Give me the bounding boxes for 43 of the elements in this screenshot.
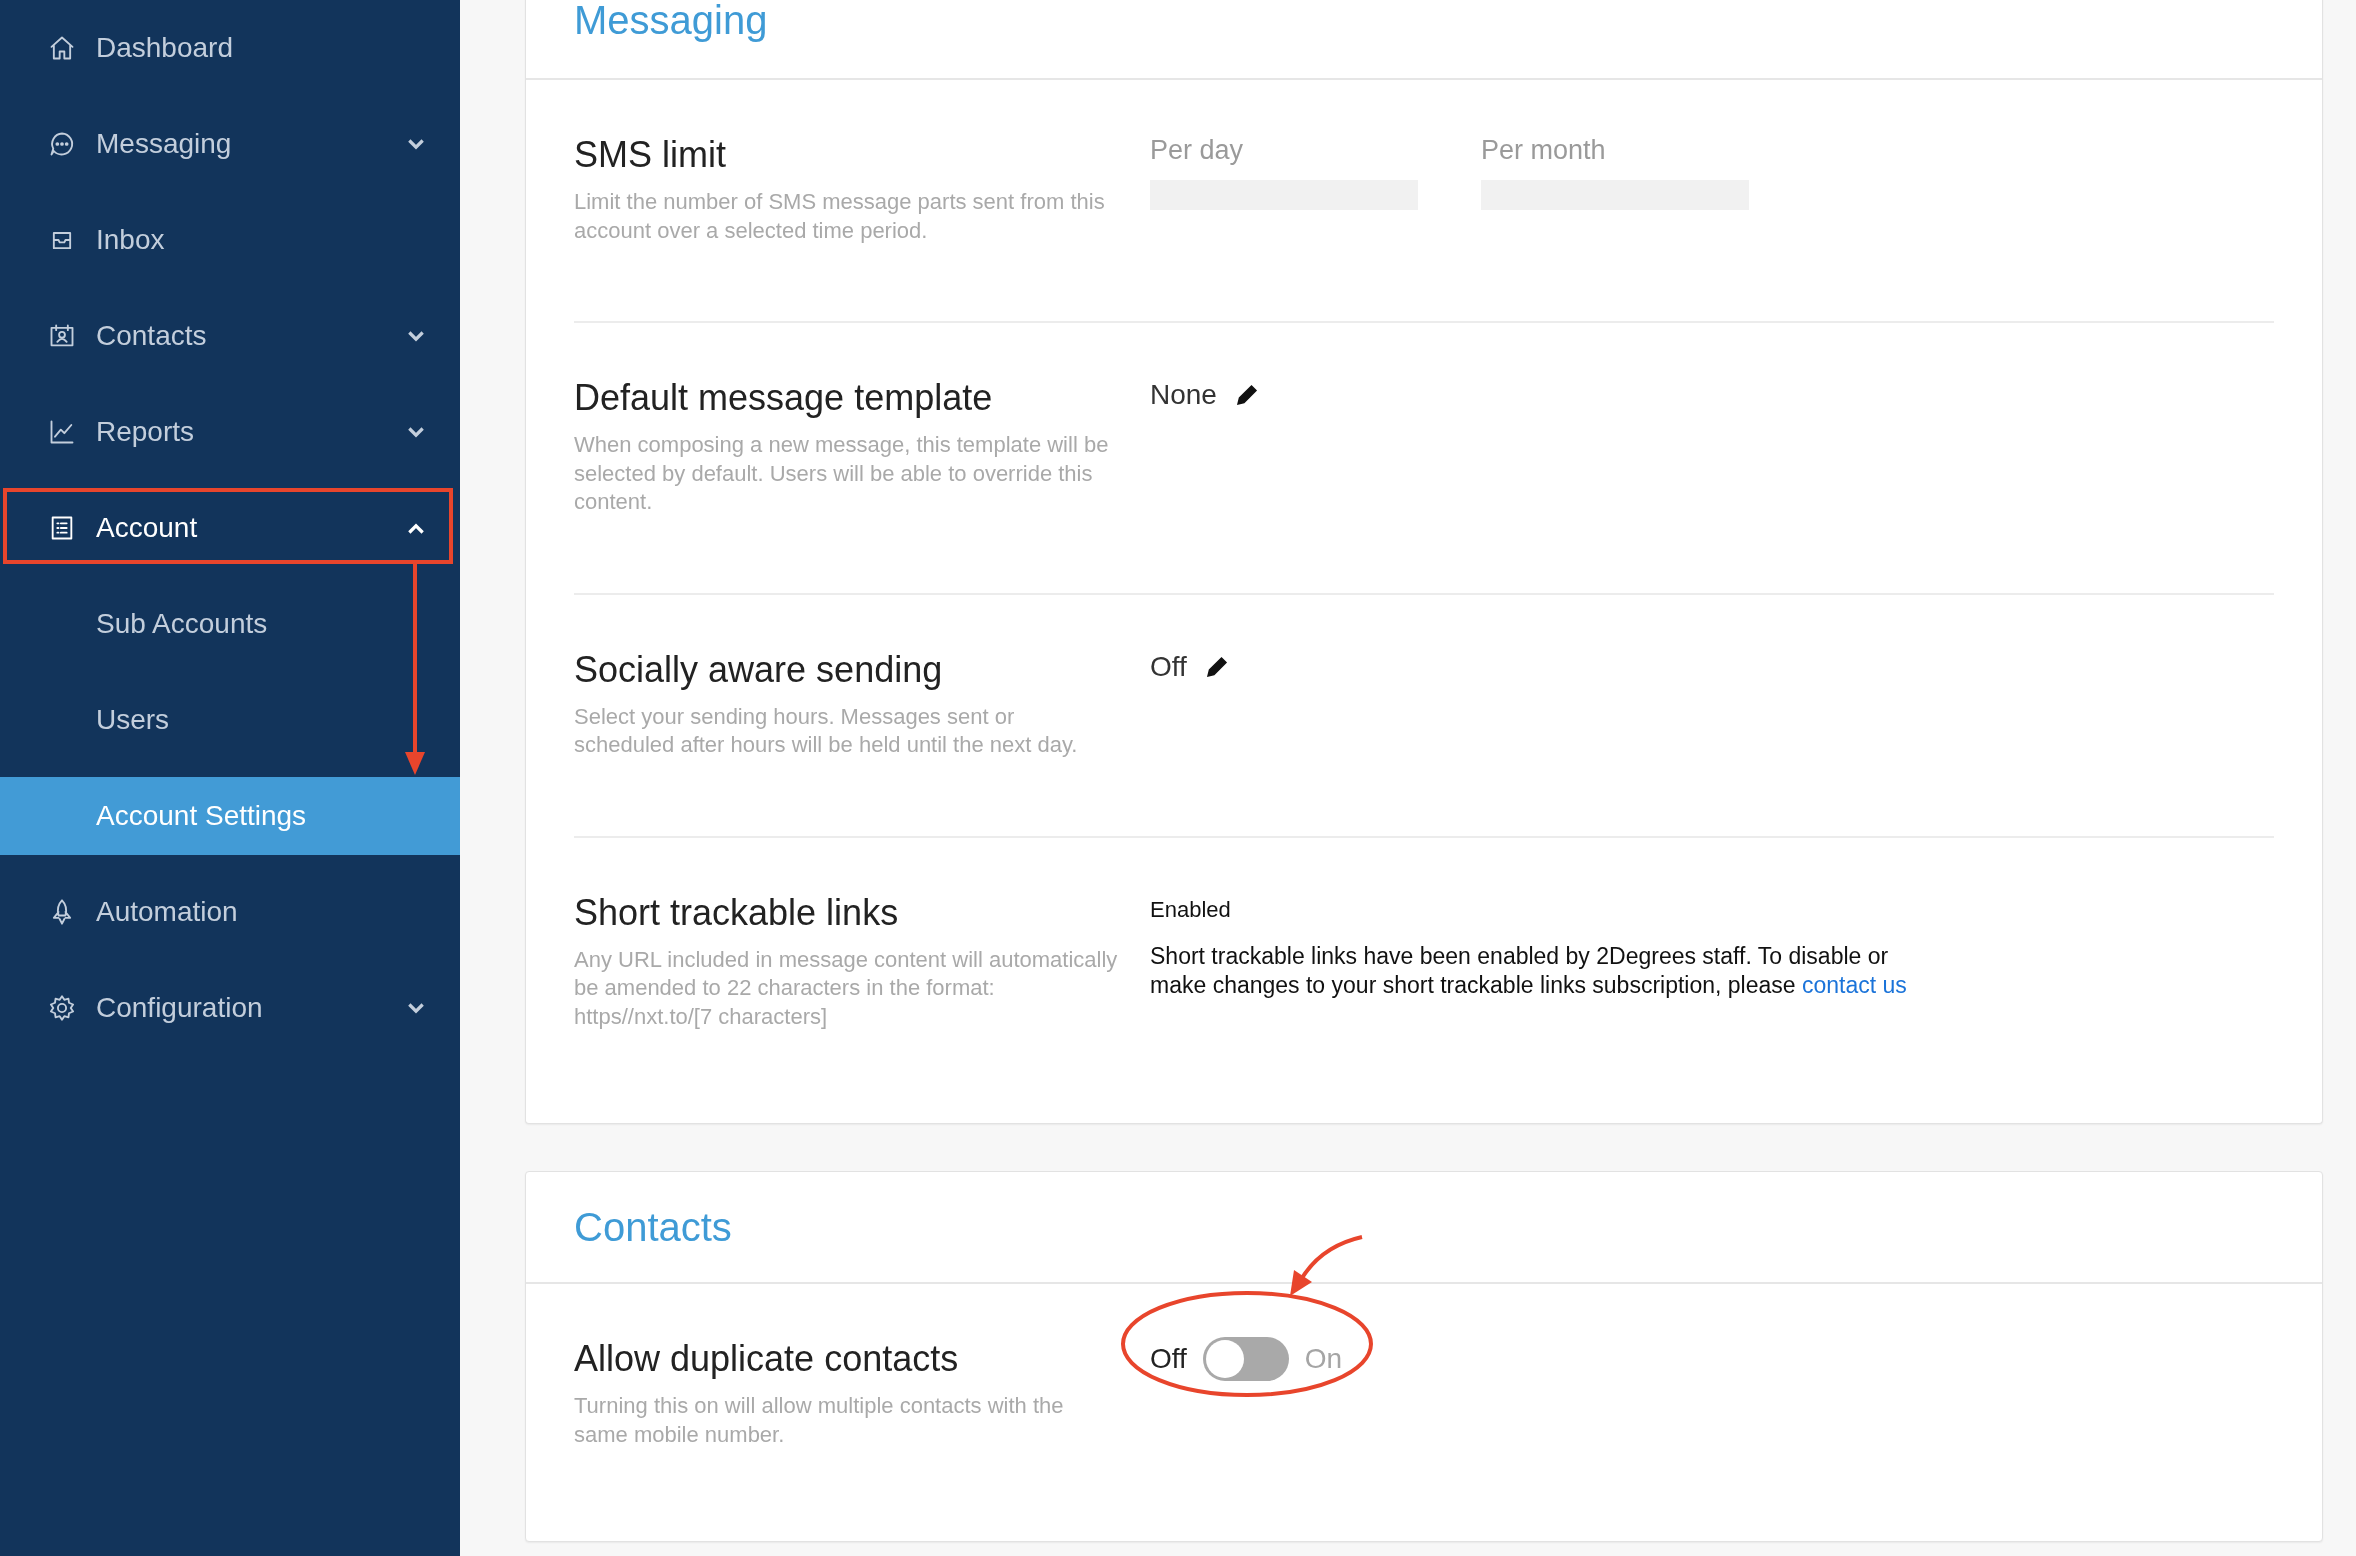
sidebar-subitem[interactable]: Users xyxy=(0,681,460,759)
sidebar-item[interactable]: Messaging xyxy=(0,96,460,192)
setting-description: Limit the number of SMS message parts sent from this account over a selected time period. xyxy=(574,188,1106,245)
sidebar-item[interactable]: Dashboard xyxy=(0,0,460,96)
setting-description: When composing a new message, this template will be selected by default. Users will be able to override this content. xyxy=(574,431,1110,516)
setting-title: Default message template xyxy=(574,376,994,420)
setting-title: Socially aware sending xyxy=(574,647,944,692)
pencil-icon[interactable] xyxy=(1234,383,1259,407)
section-title: Messaging xyxy=(574,0,768,44)
chat-bubble-icon xyxy=(48,130,76,158)
sidebar-item[interactable]: Configuration xyxy=(0,960,460,1056)
section-title: Contacts xyxy=(574,1204,732,1251)
sidebar-item[interactable]: Inbox xyxy=(0,192,460,288)
sidebar-item[interactable]: Reports xyxy=(0,384,460,480)
caret-icon xyxy=(408,138,424,150)
setting-value: Off xyxy=(1150,649,1187,684)
setting-description: Select your sending hours. Messages sent or scheduled after hours will be held until the next day. xyxy=(574,702,1079,759)
setting-description: Any URL included in message content will automatically be amended to 22 characters in the format: https//nxt.to/[7 characters] xyxy=(574,945,1119,1031)
setting-title: Allow duplicate contacts xyxy=(574,1337,960,1381)
house-icon xyxy=(48,34,76,62)
caret-icon xyxy=(408,330,424,342)
field-label: Per day xyxy=(1150,134,1245,167)
sidebar-item[interactable]: Automation xyxy=(0,864,460,960)
setting-title: SMS limit xyxy=(574,133,727,177)
setting-title: Short trackable links xyxy=(574,890,900,935)
sidebar-subitem[interactable]: Sub Accounts xyxy=(0,585,460,663)
status-text: Enabled xyxy=(1150,895,1232,924)
pencil-icon[interactable] xyxy=(1204,654,1229,679)
contact-link[interactable]: contact us xyxy=(1802,971,1907,998)
line-chart-icon xyxy=(48,418,76,446)
off-label: Off xyxy=(1150,1343,1187,1375)
on-label: On xyxy=(1304,1343,1343,1375)
toggle-switch[interactable] xyxy=(1202,1337,1289,1381)
settings-icon xyxy=(48,994,76,1022)
info-message: Short trackable links have been enabled by 2Degrees staff. To disable or make changes to your short trackable links subscription, please contact us xyxy=(1150,941,1908,1000)
sidebar-item[interactable]: Account xyxy=(0,480,460,576)
caret-icon xyxy=(408,522,424,534)
caret-icon xyxy=(408,426,424,438)
field-label: Per month xyxy=(1481,134,1607,167)
setting-value: None xyxy=(1150,378,1217,412)
caret-icon xyxy=(408,1002,424,1014)
sidebar-item[interactable]: Contacts xyxy=(0,288,460,384)
setting-description: Turning this on will allow multiple contacts with the same mobile number. xyxy=(574,1392,1065,1449)
